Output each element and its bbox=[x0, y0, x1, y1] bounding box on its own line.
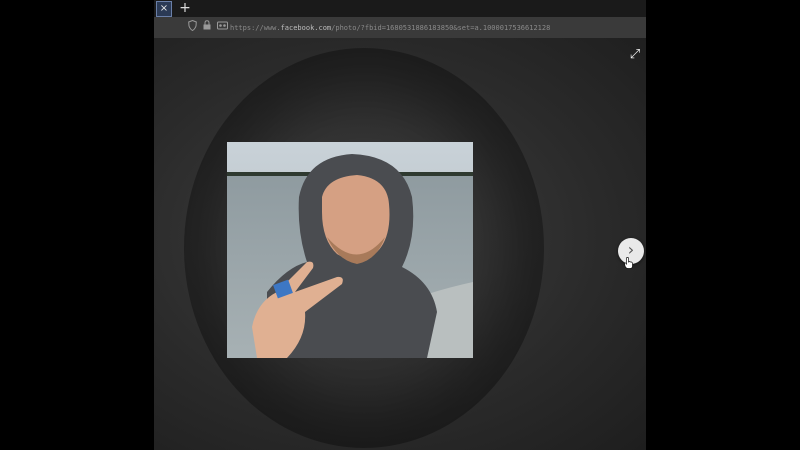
tracking-icon[interactable] bbox=[217, 21, 228, 35]
hand-cursor-icon bbox=[624, 254, 634, 269]
photo-image bbox=[227, 142, 473, 358]
photo bbox=[227, 142, 473, 358]
new-tab-button[interactable]: + bbox=[178, 0, 192, 16]
url-path: /photo/?fbid=1680531886183850&set=a.1000… bbox=[331, 24, 551, 32]
address-bar[interactable]: https://www.facebook.com/photo/?fbid=168… bbox=[154, 17, 646, 39]
shield-icon[interactable] bbox=[188, 19, 197, 36]
address-bar-icons bbox=[188, 19, 228, 36]
screen-frame: × + https://www.facebook.com/photo/?fbid… bbox=[0, 0, 800, 450]
lock-icon[interactable] bbox=[203, 20, 211, 35]
plus-icon[interactable]: + bbox=[179, 0, 191, 16]
tab-strip: × + bbox=[154, 0, 646, 17]
url-host: facebook.com bbox=[280, 24, 332, 32]
tab-close-button[interactable]: × bbox=[156, 1, 172, 17]
url-text[interactable]: https://www.facebook.com/photo/?fbid=168… bbox=[230, 22, 630, 34]
fullscreen-button[interactable]: ⤢ bbox=[628, 48, 642, 62]
photo-viewer: ⤢ › bbox=[154, 38, 646, 450]
close-icon[interactable]: × bbox=[160, 3, 168, 14]
expand-icon[interactable]: ⤢ bbox=[630, 47, 640, 62]
browser-window: × + https://www.facebook.com/photo/?fbid… bbox=[154, 0, 646, 450]
url-prefix: https://www. bbox=[230, 24, 281, 32]
